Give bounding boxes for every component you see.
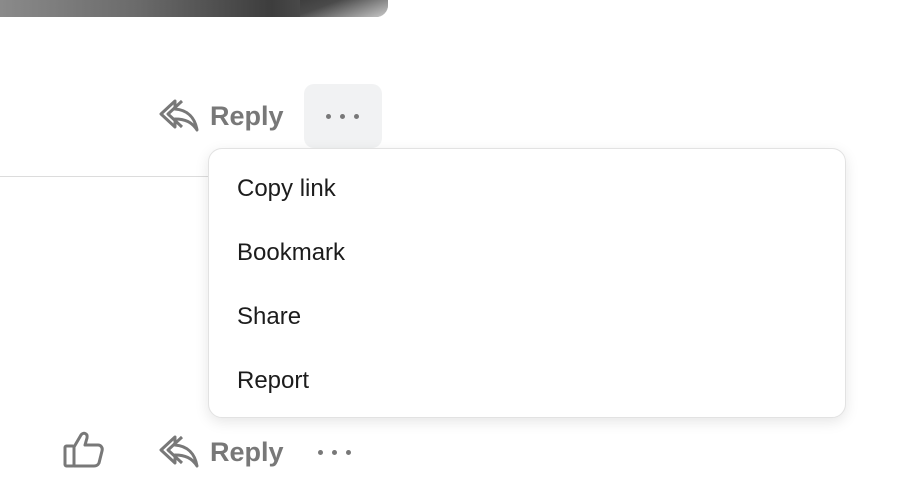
page: Reply Copy link Bookmark Share Report Re… [0,0,900,478]
comment-actions: Reply [158,84,382,148]
more-options-button[interactable] [302,420,368,478]
menu-item-share[interactable]: Share [209,285,845,349]
post-image-shade [300,0,388,17]
reply-icon [158,98,200,134]
next-comment-actions: Reply [62,424,368,478]
comment-divider [0,176,240,177]
ellipsis-icon [326,113,360,119]
menu-item-report[interactable]: Report [209,349,845,413]
reply-button[interactable]: Reply [158,420,284,478]
reply-button[interactable]: Reply [158,84,284,148]
menu-item-copy-link[interactable]: Copy link [209,157,845,221]
thumbs-up-icon [62,430,106,475]
menu-item-bookmark[interactable]: Bookmark [209,221,845,285]
ellipsis-icon [318,449,352,455]
reply-label: Reply [210,436,284,467]
more-options-menu: Copy link Bookmark Share Report [208,148,846,418]
reply-icon [158,434,200,470]
more-options-button[interactable] [303,84,382,148]
like-button[interactable] [62,424,106,478]
post-image[interactable] [0,0,388,17]
reply-label: Reply [210,100,284,131]
